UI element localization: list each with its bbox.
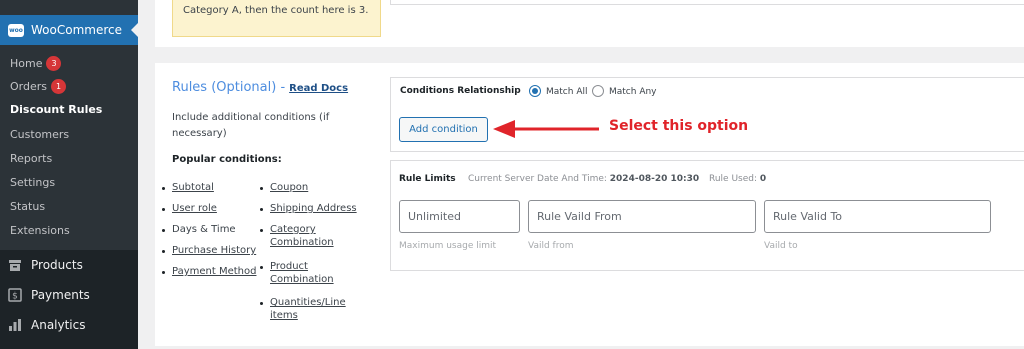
condition-link-payment-method[interactable]: Payment Method — [172, 265, 256, 278]
sidebar-item-extensions[interactable]: Extensions — [10, 224, 70, 237]
rules-heading: Rules (Optional) - — [172, 80, 286, 95]
sidebar-item-products[interactable]: Products — [8, 258, 83, 272]
condition-link-shipping-address[interactable]: Shipping Address — [270, 202, 357, 215]
list-bullet — [260, 208, 263, 211]
list-bullet — [260, 266, 263, 269]
list-bullet — [260, 229, 263, 232]
annotation-arrow-icon — [493, 120, 599, 138]
sidebar-item-settings[interactable]: Settings — [10, 176, 55, 189]
condition-link-product-combination[interactable]: Product Combination — [270, 260, 342, 286]
sidebar-top-strip — [0, 0, 138, 15]
sidebar-item-label: Payments — [31, 288, 90, 302]
sidebar-item-label: Settings — [10, 176, 56, 189]
usage-limit-hint: Maximum usage limit — [399, 241, 497, 251]
add-condition-button[interactable]: Add condition — [399, 117, 488, 142]
rule-used-info: Rule Used: 0 — [709, 174, 766, 184]
sidebar-item-label: Orders — [10, 80, 47, 93]
sidebar-brand-label: WooCommerce — [31, 23, 122, 37]
popular-conditions-label: Popular conditions: — [172, 154, 282, 165]
condition-link-coupon[interactable]: Coupon — [270, 181, 308, 194]
server-time-info: Current Server Date And Time: 2024-08-20… — [468, 174, 699, 184]
dollar-icon: $ — [8, 288, 22, 302]
sidebar-item-label: Discount Rules — [10, 103, 103, 116]
notification-badge: 1 — [51, 79, 66, 94]
rule-used-label: Rule Used: — [709, 174, 758, 184]
sidebar-item-discount-rules[interactable]: Discount Rules — [10, 103, 102, 116]
sidebar-item-status[interactable]: Status — [10, 200, 45, 213]
notification-badge: 3 — [46, 56, 62, 71]
condition-days-time: Days & Time — [172, 224, 236, 235]
rules-description: Include additional conditions (if necess… — [172, 112, 330, 139]
sidebar-item-label: Extensions — [10, 224, 70, 237]
sidebar-item-label: Customers — [10, 128, 70, 141]
condition-link-category-combination[interactable]: Category Combination — [270, 223, 342, 249]
list-bullet — [260, 187, 263, 190]
info-note: Category A, then the count here is 3. — [172, 0, 381, 37]
condition-link-quantities-line-items[interactable]: Quantities/Line items — [270, 296, 352, 322]
condition-link-subtotal[interactable]: Subtotal — [172, 181, 214, 194]
sidebar-item-label: Analytics — [31, 318, 86, 332]
valid-to-hint: Vaild to — [764, 241, 798, 251]
list-bullet — [162, 271, 165, 274]
match-any-radio[interactable] — [592, 85, 604, 97]
sidebar-item-label: Reports — [10, 152, 53, 165]
sidebar-item-label: Status — [10, 200, 46, 213]
woocommerce-icon: woo — [8, 23, 24, 37]
match-all-label: Match All — [546, 87, 588, 97]
condition-link-user-role[interactable]: User role — [172, 202, 217, 215]
list-bullet — [162, 187, 165, 190]
match-any-label: Match Any — [609, 87, 657, 97]
sidebar-item-woocommerce[interactable]: woo WooCommerce — [0, 15, 138, 45]
usage-limit-input[interactable]: Unlimited — [399, 200, 520, 233]
sidebar-item-label: Products — [31, 258, 83, 272]
list-bullet — [162, 229, 165, 232]
archive-icon — [8, 258, 22, 272]
match-all-radio[interactable] — [529, 85, 541, 97]
conditions-relationship-label: Conditions Relationship — [400, 86, 521, 96]
annotation-text: Select this option — [609, 118, 749, 134]
svg-text:$: $ — [12, 292, 18, 302]
condition-link-purchase-history[interactable]: Purchase History — [172, 244, 256, 257]
sidebar-item-payments[interactable]: $ Payments — [8, 288, 90, 302]
read-docs-link[interactable]: Read Docs — [289, 83, 348, 94]
valid-to-input[interactable]: Rule Valid To — [764, 200, 991, 233]
sidebar-item-home[interactable]: Home 3 — [10, 56, 62, 71]
valid-from-input[interactable]: Rule Vaild From — [528, 200, 756, 233]
rules-title: Rules (Optional) - Read Docs — [172, 80, 348, 95]
sidebar-item-label: Home — [10, 57, 43, 70]
valid-from-hint: Vaild from — [528, 241, 574, 251]
server-time-label: Current Server Date And Time: — [468, 174, 607, 184]
sidebar-item-analytics[interactable]: Analytics — [8, 318, 86, 332]
list-bullet — [260, 302, 263, 305]
rule-used-value: 0 — [759, 174, 767, 184]
server-time-value: 2024-08-20 10:30 — [609, 174, 700, 184]
sidebar-item-orders[interactable]: Orders 1 — [10, 79, 66, 94]
bar-chart-icon — [8, 318, 22, 332]
list-bullet — [162, 208, 165, 211]
sidebar-item-customers[interactable]: Customers — [10, 128, 69, 141]
sidebar-item-reports[interactable]: Reports — [10, 152, 52, 165]
rule-limits-label: Rule Limits — [399, 174, 456, 184]
woocommerce-submenu — [0, 45, 138, 250]
top-right-box — [390, 0, 1024, 5]
list-bullet — [162, 250, 165, 253]
